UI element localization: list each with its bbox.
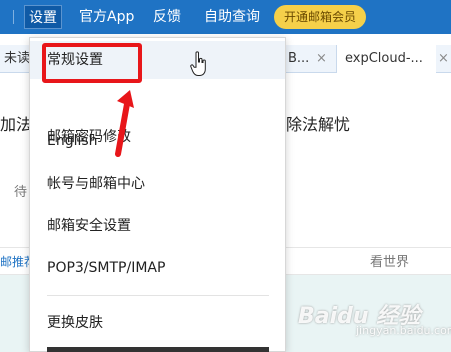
watermark-url: jingyan.baidu.com <box>356 324 451 337</box>
hand-cursor-icon <box>190 51 206 76</box>
